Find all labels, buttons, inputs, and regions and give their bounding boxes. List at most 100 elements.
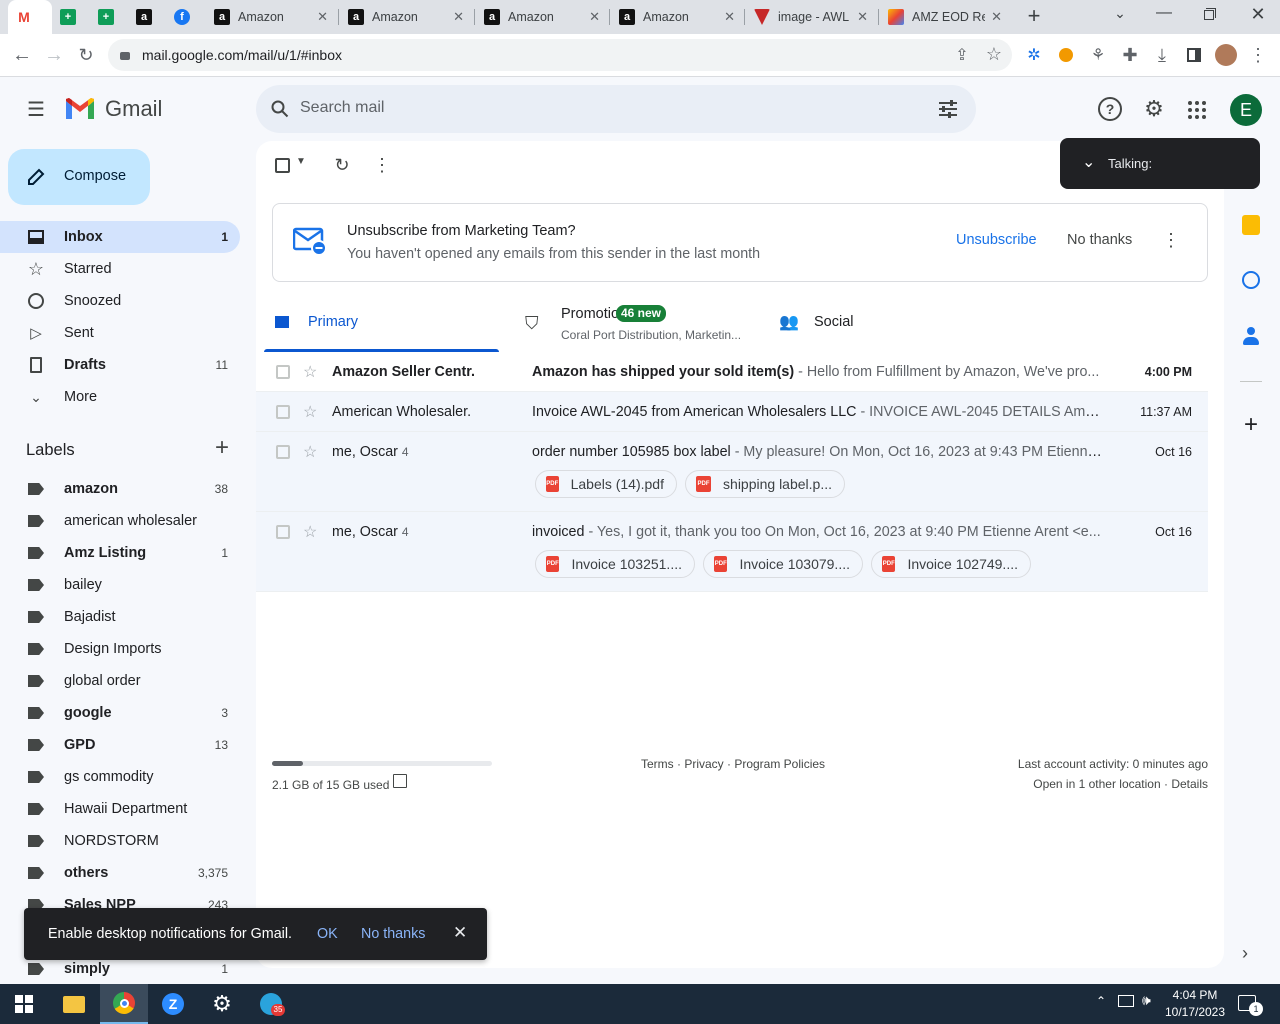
tasks-icon[interactable] — [1242, 271, 1260, 289]
row-checkbox[interactable] — [276, 365, 290, 379]
account-avatar[interactable]: E — [1230, 94, 1262, 126]
restore-button[interactable] — [1200, 6, 1220, 26]
close-icon[interactable]: ✕ — [453, 9, 464, 25]
tab-sheets-1[interactable]: + — [52, 0, 90, 34]
email-row[interactable]: ☆ Amazon Seller Centr. Amazon has shipped … — [256, 352, 1208, 392]
windows-start-icon[interactable] — [0, 984, 48, 1024]
more-vert-icon[interactable]: ⋮ — [370, 153, 394, 177]
label-item[interactable]: Hawaii Department — [0, 793, 240, 825]
extension-icon[interactable]: ⚘ — [1086, 43, 1110, 67]
email-row[interactable]: ☆ American Wholesaler. Invoice AWL-2045 fr… — [256, 392, 1208, 432]
external-link-icon[interactable] — [393, 774, 407, 788]
row-checkbox[interactable] — [276, 525, 290, 539]
volume-icon[interactable]: 🕪 — [1142, 992, 1151, 1009]
label-item[interactable]: amazon 38 — [0, 473, 240, 505]
tab-primary[interactable]: Primary — [264, 292, 519, 352]
get-addons-button[interactable]: + — [1240, 413, 1262, 437]
search-input[interactable]: Search mail — [300, 99, 384, 117]
main-menu-icon[interactable]: ☰ — [24, 97, 48, 121]
search-bar[interactable]: Search mail — [256, 85, 976, 133]
tab-social[interactable]: 👥 Social — [771, 292, 1021, 352]
email-row[interactable]: ☆ me, Oscar 4 order number 105985 box labe… — [256, 432, 1208, 512]
new-tab-button[interactable]: + — [1022, 5, 1046, 29]
tab-gmail[interactable]: M — [8, 0, 52, 34]
attachment-chip[interactable]: PDF shipping label.p... — [685, 470, 845, 498]
close-icon[interactable]: ✕ — [589, 9, 600, 25]
help-icon[interactable]: ? — [1098, 97, 1122, 121]
puzzle-icon[interactable]: ✚ — [1118, 43, 1142, 67]
expand-side-panel-icon[interactable]: › — [1242, 943, 1248, 964]
tab-promotions[interactable]: ⛉ Promotions 46 new Coral Port Distribut… — [519, 292, 771, 352]
apps-grid-icon[interactable] — [1188, 101, 1206, 119]
nav-inbox[interactable]: Inbox 1 — [0, 221, 240, 253]
tab-amazon-3[interactable]: a Amazon ✕ — [476, 0, 608, 34]
settings-gear-icon[interactable]: ⚙ — [198, 984, 246, 1024]
profile-avatar[interactable] — [1214, 43, 1238, 67]
search-options-icon[interactable] — [936, 97, 960, 121]
collapse-chevron-icon[interactable]: ⌄ — [1082, 152, 1095, 172]
network-icon[interactable] — [1118, 995, 1134, 1007]
row-checkbox[interactable] — [276, 445, 290, 459]
talking-popup[interactable]: ⌄ Talking: — [1060, 138, 1260, 189]
close-icon[interactable]: ✕ — [724, 9, 735, 25]
label-item[interactable]: bailey — [0, 569, 240, 601]
tab-amazon-4[interactable]: a Amazon ✕ — [611, 0, 743, 34]
label-item[interactable]: others 3,375 — [0, 857, 240, 889]
keep-icon[interactable] — [1242, 215, 1260, 235]
select-dropdown-icon[interactable]: ▼ — [296, 156, 306, 167]
telegram-icon[interactable]: 35 — [247, 984, 295, 1024]
tab-amz-eod[interactable]: AMZ EOD Re ✕ — [880, 0, 1010, 34]
contacts-icon[interactable] — [1243, 327, 1259, 345]
clock-time[interactable]: 4:04 PM — [1160, 988, 1230, 1002]
label-item[interactable]: google 3 — [0, 697, 240, 729]
share-icon[interactable]: ⇪ — [950, 43, 974, 67]
settings-gear-icon[interactable]: ⚙ — [1142, 96, 1166, 121]
label-item[interactable]: american wholesaler — [0, 505, 240, 537]
tab-amazon-pinned[interactable]: a — [128, 0, 166, 34]
nav-snoozed[interactable]: Snoozed — [0, 285, 240, 317]
label-item[interactable]: global order — [0, 665, 240, 697]
back-icon[interactable]: ← — [10, 43, 34, 67]
close-icon[interactable]: ✕ — [317, 9, 328, 25]
action-center-icon[interactable]: 1 — [1238, 995, 1263, 1016]
tab-sheets-2[interactable]: + — [90, 0, 128, 34]
attachment-chip[interactable]: PDF Invoice 102749.... — [871, 550, 1031, 578]
zoho-icon[interactable]: Z — [149, 984, 197, 1024]
tray-chevron-icon[interactable]: ⌃ — [1096, 994, 1106, 1008]
select-all-checkbox[interactable] — [275, 158, 290, 173]
compose-button[interactable]: Compose — [8, 149, 150, 205]
chrome-taskbar-icon[interactable] — [100, 984, 148, 1024]
label-item[interactable]: NORDSTORM — [0, 825, 240, 857]
tab-search-button[interactable]: ⌄ — [1110, 5, 1130, 29]
other-location-details[interactable]: Open in 1 other location · Details — [1033, 777, 1208, 791]
attachment-chip[interactable]: PDF Invoice 103251.... — [535, 550, 695, 578]
unsubscribe-button[interactable]: Unsubscribe — [956, 232, 1037, 248]
file-explorer-icon[interactable] — [50, 984, 98, 1024]
footer-links[interactable]: Terms · Privacy · Program Policies — [641, 757, 825, 771]
download-icon[interactable]: ⤓ — [1150, 43, 1174, 67]
label-item[interactable]: GPD 13 — [0, 729, 240, 761]
no-thanks-button[interactable]: No thanks — [1067, 232, 1132, 248]
star-icon[interactable]: ☆ — [303, 442, 317, 462]
forward-icon[interactable]: → — [42, 43, 66, 67]
attachment-chip[interactable]: PDF Labels (14).pdf — [535, 470, 677, 498]
reload-icon[interactable]: ↻ — [74, 43, 98, 67]
minimize-button[interactable]: — — [1152, 4, 1176, 28]
label-item[interactable]: gs commodity — [0, 761, 240, 793]
tab-amazon-2[interactable]: a Amazon ✕ — [340, 0, 472, 34]
refresh-icon[interactable]: ↻ — [330, 153, 354, 177]
extension-icon[interactable] — [1054, 43, 1078, 67]
banner-more-icon[interactable]: ⋮ — [1159, 228, 1183, 252]
add-label-button[interactable]: + — [210, 436, 234, 461]
email-row[interactable]: ☆ me, Oscar 4 invoiced - Yes, I got it, th… — [256, 512, 1208, 592]
star-icon[interactable]: ☆ — [303, 402, 317, 422]
label-item[interactable]: Amz Listing 1 — [0, 537, 240, 569]
label-item[interactable]: Bajadist — [0, 601, 240, 633]
search-icon[interactable] — [268, 97, 292, 121]
extension-icon[interactable]: ✲ — [1022, 43, 1046, 67]
nav-drafts[interactable]: Drafts 11 — [0, 349, 240, 381]
star-icon[interactable]: ☆ — [303, 362, 317, 382]
nav-more[interactable]: ⌄ More — [0, 381, 240, 413]
snackbar-no-thanks-button[interactable]: No thanks — [361, 926, 425, 942]
clock-date[interactable]: 10/17/2023 — [1160, 1005, 1230, 1019]
